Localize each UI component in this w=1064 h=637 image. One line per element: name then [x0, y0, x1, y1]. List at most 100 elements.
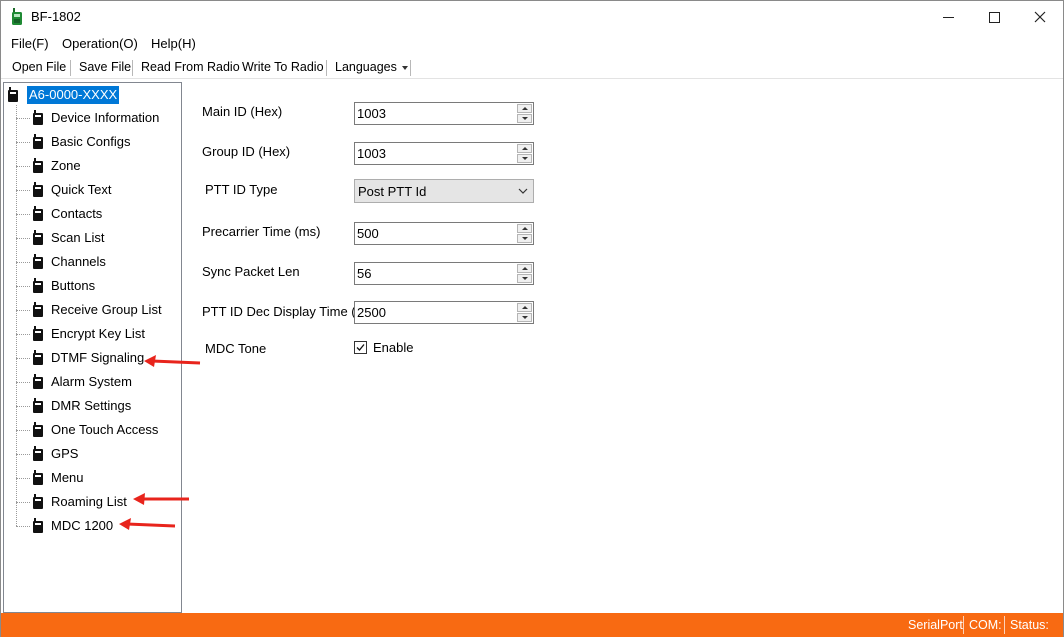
ptt-dec-display-time-label: PTT ID Dec Display Time ( [202, 304, 354, 319]
radio-app-icon [12, 8, 22, 25]
ptt-dec-display-time-input[interactable]: 2500 [354, 301, 534, 324]
com-port-status: COM: [969, 618, 1002, 632]
spin-up-button[interactable] [517, 303, 532, 312]
toolbar-separator [132, 60, 133, 76]
tree-connector [16, 142, 30, 143]
radio-icon [33, 134, 43, 149]
main-id-spinner[interactable] [517, 104, 532, 123]
sync-packet-len-label: Sync Packet Len [202, 264, 300, 279]
maximize-icon [988, 11, 1000, 23]
minimize-icon [942, 16, 954, 18]
radio-icon [33, 326, 43, 341]
tree-item-label: Receive Group List [51, 302, 162, 317]
status-separator [963, 616, 964, 634]
tree-root-label: A6-0000-XXXX [27, 86, 120, 104]
toolbar-separator [70, 60, 71, 76]
read-from-radio-button[interactable]: Read From Radio [141, 60, 240, 74]
radio-icon [33, 182, 43, 197]
mdc-tone-checkbox[interactable] [354, 341, 367, 354]
open-file-button[interactable]: Open File [12, 60, 66, 74]
toolbar: Open File Save File Read From Radio Writ… [1, 57, 1063, 79]
tree-item-label: Contacts [51, 206, 103, 221]
radio-icon [33, 398, 43, 413]
group-id-input[interactable]: 1003 [354, 142, 534, 165]
ptt-id-type-label: PTT ID Type [205, 182, 278, 197]
maximize-button[interactable] [971, 1, 1017, 33]
sync-packet-len-input[interactable]: 56 [354, 262, 534, 285]
spin-down-button[interactable] [517, 114, 532, 123]
group-id-label: Group ID (Hex) [202, 144, 291, 159]
ptt-id-type-select[interactable]: Post PTT Id [354, 179, 534, 203]
spin-up-button[interactable] [517, 264, 532, 273]
mdc-tone-label: MDC Tone [205, 341, 267, 356]
radio-icon [33, 374, 43, 389]
tree-connector [16, 214, 30, 215]
spin-down-button[interactable] [517, 234, 532, 243]
spin-up-button[interactable] [517, 224, 532, 233]
group-id-spinner[interactable] [517, 144, 532, 163]
title-bar[interactable]: BF-1802 [1, 1, 1063, 33]
radio-icon [33, 518, 43, 533]
menu-file[interactable]: File(F) [11, 36, 49, 51]
tree-connector [16, 382, 30, 383]
precarrier-time-input[interactable]: 500 [354, 222, 534, 245]
tree-connector-line [16, 105, 17, 526]
radio-icon [8, 87, 18, 102]
tree-item-label: Menu [51, 470, 84, 485]
tree-connector [16, 166, 30, 167]
config-tree[interactable]: A6-0000-XXXX Device Information Basic Con… [3, 82, 182, 613]
spin-up-button[interactable] [517, 104, 532, 113]
languages-label: Languages [335, 60, 397, 74]
radio-icon [33, 254, 43, 269]
sync-packet-len-spinner[interactable] [517, 264, 532, 283]
arrow-up-icon [521, 267, 528, 270]
spin-down-button[interactable] [517, 154, 532, 163]
spin-down-button[interactable] [517, 313, 532, 322]
arrow-up-icon [521, 306, 528, 309]
save-file-button[interactable]: Save File [79, 60, 131, 74]
annotation-arrow [144, 355, 201, 367]
main-id-label: Main ID (Hex) [202, 104, 283, 119]
spin-up-button[interactable] [517, 144, 532, 153]
precarrier-time-label: Precarrier Time (ms) [202, 224, 321, 239]
tree-connector [16, 478, 30, 479]
app-window: BF-1802 File(F) Operation(O) Help(H) Ope… [0, 0, 1064, 637]
chevron-down-icon [518, 188, 528, 194]
menu-operation[interactable]: Operation(O) [62, 36, 138, 51]
serial-port-status: SerialPort [908, 618, 963, 632]
mdc-tone-enable-label[interactable]: Enable [373, 340, 413, 355]
tree-connector [16, 118, 30, 119]
tree-item-label: One Touch Access [51, 422, 159, 437]
close-button[interactable] [1017, 1, 1063, 33]
spin-down-button[interactable] [517, 274, 532, 283]
menu-help[interactable]: Help(H) [151, 36, 196, 51]
annotation-arrow [119, 518, 176, 530]
languages-dropdown[interactable]: Languages [335, 60, 408, 74]
radio-icon [33, 206, 43, 221]
sync-packet-len-value: 56 [357, 266, 372, 281]
radio-icon [33, 110, 43, 125]
connection-status: Status: [1010, 618, 1049, 632]
precarrier-time-spinner[interactable] [517, 224, 532, 243]
tree-item-label: Alarm System [51, 374, 132, 389]
tree-item-label: MDC 1200 [51, 518, 114, 533]
write-to-radio-button[interactable]: Write To Radio [242, 60, 324, 74]
tree-connector [16, 406, 30, 407]
ptt-dec-display-time-spinner[interactable] [517, 303, 532, 322]
toolbar-separator [326, 60, 327, 76]
radio-icon [33, 446, 43, 461]
minimize-button[interactable] [925, 1, 971, 33]
annotation-arrow [133, 493, 189, 505]
radio-icon [33, 278, 43, 293]
tree-item-label: GPS [51, 446, 79, 461]
tree-connector [16, 502, 30, 503]
tree-connector [16, 430, 30, 431]
main-id-input[interactable]: 1003 [354, 102, 534, 125]
arrow-down-icon [521, 237, 528, 240]
radio-icon [33, 422, 43, 437]
window-title: BF-1802 [31, 9, 81, 24]
tree-item-label: Scan List [51, 230, 105, 245]
ptt-dec-display-time-value: 2500 [357, 305, 386, 320]
tree-item-label: Quick Text [51, 182, 112, 197]
tree-connector [16, 310, 30, 311]
